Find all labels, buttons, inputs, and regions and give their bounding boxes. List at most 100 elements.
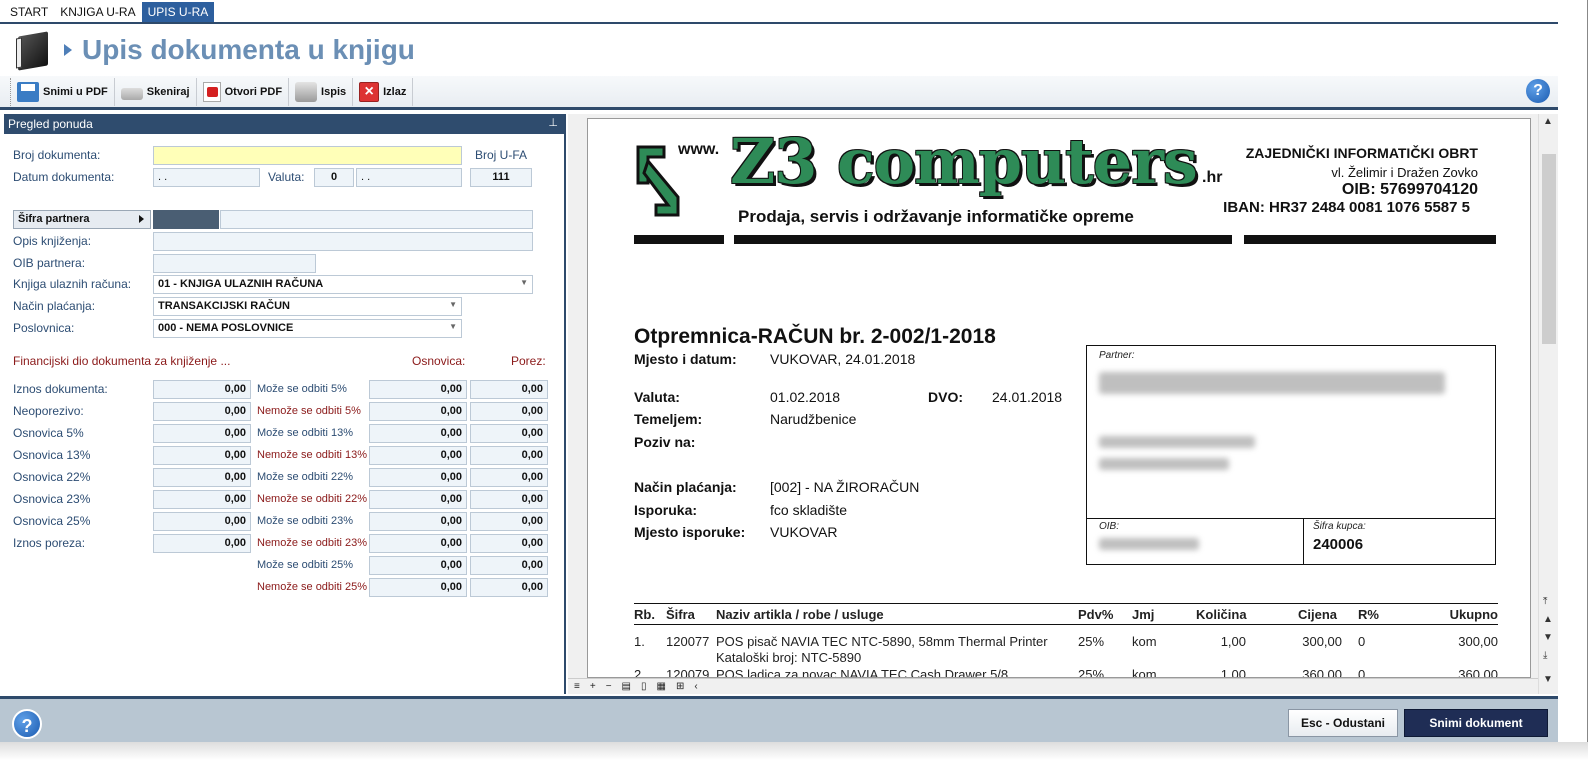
knjiga-ulaznih-value: 01 - KNJIGA ULAZNIH RAČUNA — [158, 278, 324, 290]
partner-name-input[interactable] — [220, 210, 533, 229]
broj-ufa-input[interactable]: 111 — [470, 168, 532, 187]
financial-amount-input[interactable]: 0,00 — [153, 446, 251, 465]
book-icon — [16, 31, 52, 71]
valuta-date-input[interactable]: . . — [356, 168, 462, 187]
broj-ufa-label: Broj U-FA — [475, 148, 528, 162]
items-table-header: Rb. Šifra Naziv artikla / robe / usluge … — [634, 603, 1498, 625]
osnovica-heading: Osnovica: — [412, 354, 466, 368]
cell-kolicina: 1,00 — [1220, 667, 1246, 678]
help-icon[interactable]: ? — [12, 709, 42, 739]
osnovica-input[interactable]: 0,00 — [369, 446, 467, 465]
poslovnica-label: Poslovnica: — [13, 321, 75, 335]
save-pdf-button[interactable]: Snimi u PDF — [10, 77, 115, 106]
porez-input[interactable]: 0,00 — [470, 446, 548, 465]
osnovica-input[interactable]: 0,00 — [369, 556, 467, 575]
chevron-down-icon: ▼ — [449, 322, 457, 331]
sifra-partnera-button[interactable]: Šifra partnera — [13, 210, 151, 229]
financial-amount-input[interactable]: 0,00 — [153, 490, 251, 509]
financial-row-label: Osnovica 25% — [13, 514, 91, 528]
knjiga-ulaznih-select[interactable]: 01 - KNJIGA ULAZNIH RAČUNA ▼ — [153, 275, 533, 294]
porez-input[interactable]: 0,00 — [470, 534, 548, 553]
scroll-top-icon[interactable]: ⤒ — [1543, 596, 1547, 607]
osnovica-input[interactable]: 0,00 — [369, 424, 467, 443]
partner-label: Partner: — [1099, 350, 1135, 361]
porez-input[interactable]: 0,00 — [470, 556, 548, 575]
financial-amount-input[interactable]: 0,00 — [153, 424, 251, 443]
isporuka-label: Isporuka: — [634, 502, 698, 518]
tab-knjiga-ura[interactable]: KNJIGA U-RA — [54, 2, 141, 22]
scrollbar-thumb[interactable] — [1542, 154, 1556, 344]
page-width-icon[interactable]: ▯ — [641, 681, 647, 692]
nacin-placanja-select[interactable]: TRANSAKCIJSKI RAČUN ▼ — [153, 297, 462, 316]
pin-icon[interactable]: ⊥ — [548, 116, 558, 129]
osnovica-input[interactable]: 0,00 — [369, 578, 467, 597]
osnovica-input[interactable]: 0,00 — [369, 468, 467, 487]
menu-icon[interactable]: ≡ — [574, 681, 580, 692]
oib-partnera-input[interactable] — [153, 254, 316, 273]
cell-r: 0 — [1358, 667, 1366, 678]
financial-row-label: Osnovica 5% — [13, 426, 84, 440]
page-up-icon[interactable]: ▲ — [1543, 614, 1553, 625]
poslovnica-select[interactable]: 000 - NEMA POSLOVNICE ▼ — [153, 319, 462, 338]
multi-page-icon[interactable]: ▦ — [657, 681, 666, 692]
company-iban: IBAN: HR37 2484 0081 1076 5587 5 — [1223, 199, 1470, 216]
toolbar: Snimi u PDF Skeniraj Otvori PDF Ispis × … — [0, 76, 1558, 110]
cell-ukupno: 360,00 — [1458, 667, 1498, 678]
exit-button[interactable]: × Izlaz — [353, 77, 414, 106]
valuta-days-input[interactable]: 0 — [314, 168, 354, 187]
porez-input[interactable]: 0,00 — [470, 424, 548, 443]
financial-amount-input[interactable]: 0,00 — [153, 380, 251, 399]
porez-input[interactable]: 0,00 — [470, 512, 548, 531]
financial-amount-input[interactable]: 0,00 — [153, 534, 251, 553]
osnovica-input[interactable]: 0,00 — [369, 534, 467, 553]
print-button[interactable]: Ispis — [289, 77, 354, 106]
tab-bar: START KNJIGA U-RA UPIS U-RA — [0, 0, 1558, 24]
financial-amount-input[interactable]: 0,00 — [153, 402, 251, 421]
scan-button[interactable]: Skeniraj — [115, 77, 197, 106]
save-document-button[interactable]: Snimi dokument — [1404, 709, 1548, 737]
chevron-down-icon: ▼ — [520, 278, 528, 287]
porez-input[interactable]: 0,00 — [470, 578, 548, 597]
cancel-button[interactable]: Esc - Odustani — [1288, 709, 1398, 737]
cell-rb: 2. — [634, 667, 645, 678]
help-icon[interactable]: ? — [1526, 79, 1550, 103]
broj-dokumenta-input[interactable] — [153, 146, 462, 165]
tab-start[interactable]: START — [4, 2, 54, 22]
osnovica-input[interactable]: 0,00 — [369, 490, 467, 509]
financial-amount-input[interactable]: 0,00 — [153, 512, 251, 531]
porez-input[interactable]: 0,00 — [470, 380, 548, 399]
scroll-down-icon[interactable]: ▼ — [1543, 674, 1553, 685]
printer-icon — [295, 81, 318, 102]
porez-input[interactable]: 0,00 — [470, 402, 548, 421]
financial-amount-input[interactable]: 0,00 — [153, 468, 251, 487]
osnovica-input[interactable]: 0,00 — [369, 512, 467, 531]
zoom-out-icon[interactable]: − — [606, 681, 612, 692]
porez-input[interactable]: 0,00 — [470, 490, 548, 509]
col-kolicina: Količina — [1196, 607, 1247, 622]
osnovica-input[interactable]: 0,00 — [369, 402, 467, 421]
porez-input[interactable]: 0,00 — [470, 468, 548, 487]
oib-label: OIB: — [1099, 521, 1120, 532]
scroll-up-icon[interactable]: ▲ — [1543, 116, 1553, 127]
panel-header: Pregled ponuda ⊥ — [4, 114, 564, 134]
viewer-toolbar: ≡ + − ▤ ▯ ▦ ⊞ ‹ — [568, 678, 1538, 694]
zoom-in-icon[interactable]: + — [590, 681, 596, 692]
vertical-scrollbar[interactable]: ▲ ⤒ ▲ ▼ ⤓ ▼ — [1538, 114, 1558, 694]
open-pdf-button[interactable]: Otvori PDF — [197, 77, 290, 106]
scroll-left-icon[interactable]: ‹ — [694, 681, 697, 692]
datum-dokumenta-input[interactable]: . . — [153, 168, 260, 187]
scroll-bottom-icon[interactable]: ⤓ — [1543, 650, 1547, 661]
sifra-partnera-input[interactable] — [153, 210, 219, 229]
deduction-row-label: Može se odbiti 22% — [257, 471, 353, 483]
page-down-icon[interactable]: ▼ — [1543, 632, 1553, 643]
osnovica-input[interactable]: 0,00 — [369, 380, 467, 399]
financijski-dio-heading: Financijski dio dokumenta za knjiženje .… — [13, 354, 231, 368]
deduction-row-label: Nemože se odbiti 25% — [257, 581, 368, 593]
window-shadow — [0, 742, 1588, 760]
grid-view-icon[interactable]: ⊞ — [676, 681, 684, 692]
opis-knjizenja-input[interactable] — [153, 232, 533, 251]
document-page: www. Z3 computers .hr Prodaja, servis i … — [587, 118, 1531, 678]
single-page-icon[interactable]: ▤ — [622, 681, 631, 692]
deduction-row-label: Nemože se odbiti 13% — [257, 449, 368, 461]
tab-upis-ura[interactable]: UPIS U-RA — [141, 2, 215, 22]
